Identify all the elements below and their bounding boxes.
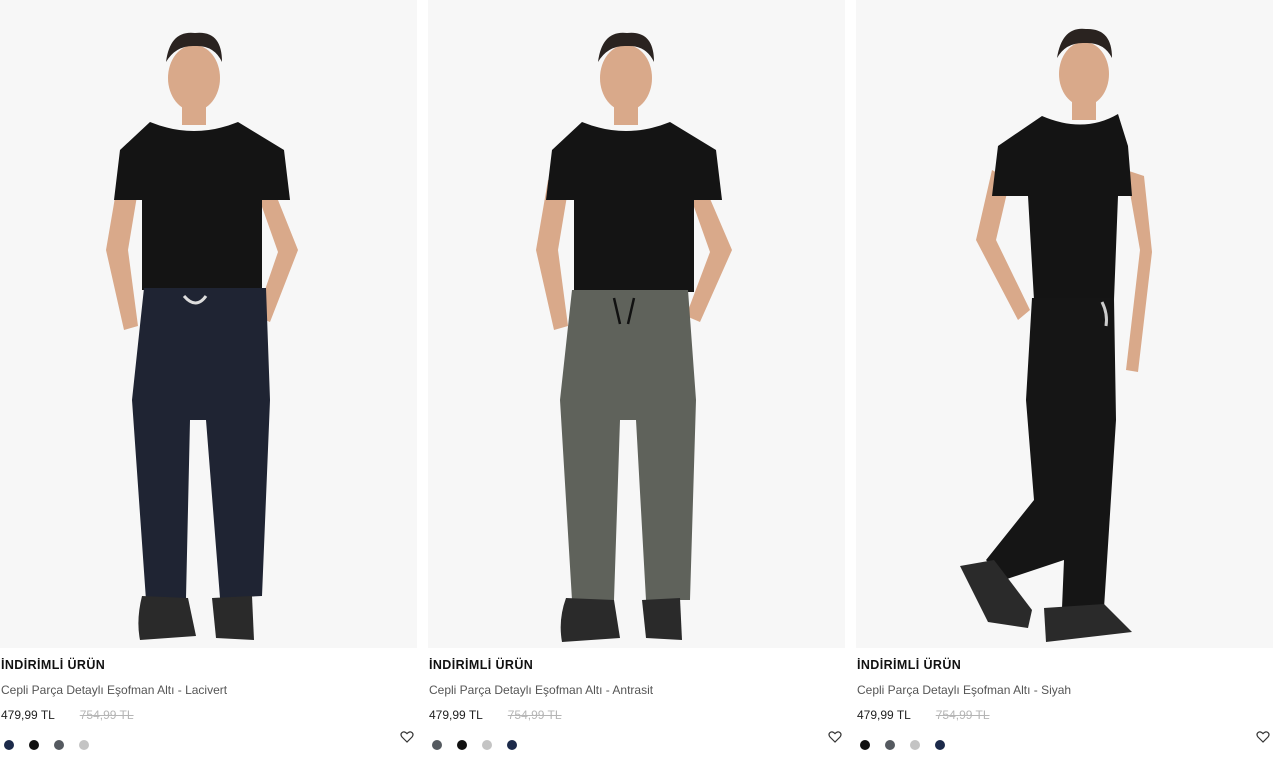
current-price: 479,99 TL [429, 708, 483, 722]
heart-outline-icon[interactable] [1256, 730, 1270, 744]
discount-badge: İNDİRİMLİ ÜRÜN [857, 658, 962, 672]
discount-badge: İNDİRİMLİ ÜRÜN [429, 658, 534, 672]
discount-badge: İNDİRİMLİ ÜRÜN [1, 658, 106, 672]
model-figure [106, 32, 298, 640]
color-swatch[interactable] [29, 740, 39, 750]
color-swatch[interactable] [482, 740, 492, 750]
color-swatch[interactable] [4, 740, 14, 750]
heart-outline-icon[interactable] [828, 730, 842, 744]
old-price: 754,99 TL [507, 708, 562, 722]
old-price: 754,99 TL [79, 708, 134, 722]
product-grid: İNDİRİMLİ ÜRÜN Cepli Parça Detaylı Eşofm… [0, 0, 1280, 781]
product-image[interactable] [856, 0, 1273, 648]
color-swatch[interactable] [935, 740, 945, 750]
product-image[interactable] [0, 0, 417, 648]
current-price: 479,99 TL [857, 708, 911, 722]
color-swatch[interactable] [54, 740, 64, 750]
price-row: 479,99 TL 754,99 TL [429, 708, 562, 722]
heart-outline-icon[interactable] [400, 730, 414, 744]
color-swatch[interactable] [432, 740, 442, 750]
product-title[interactable]: Cepli Parça Detaylı Eşofman Altı - Siyah [857, 683, 1071, 697]
price-row: 479,99 TL 754,99 TL [1, 708, 134, 722]
model-figure [960, 28, 1152, 642]
old-price: 754,99 TL [935, 708, 990, 722]
color-swatch[interactable] [860, 740, 870, 750]
product-title[interactable]: Cepli Parça Detaylı Eşofman Altı - Antra… [429, 683, 653, 697]
color-swatch[interactable] [79, 740, 89, 750]
product-image[interactable] [428, 0, 845, 648]
color-swatch[interactable] [885, 740, 895, 750]
color-swatch[interactable] [507, 740, 517, 750]
model-figure [536, 32, 732, 642]
color-swatch[interactable] [910, 740, 920, 750]
current-price: 479,99 TL [1, 708, 55, 722]
product-card[interactable]: İNDİRİMLİ ÜRÜN Cepli Parça Detaylı Eşofm… [0, 0, 417, 781]
product-title[interactable]: Cepli Parça Detaylı Eşofman Altı - Laciv… [1, 683, 227, 697]
price-row: 479,99 TL 754,99 TL [857, 708, 990, 722]
product-card[interactable]: İNDİRİMLİ ÜRÜN Cepli Parça Detaylı Eşofm… [856, 0, 1273, 781]
color-swatch[interactable] [457, 740, 467, 750]
product-card[interactable]: İNDİRİMLİ ÜRÜN Cepli Parça Detaylı Eşofm… [428, 0, 845, 781]
